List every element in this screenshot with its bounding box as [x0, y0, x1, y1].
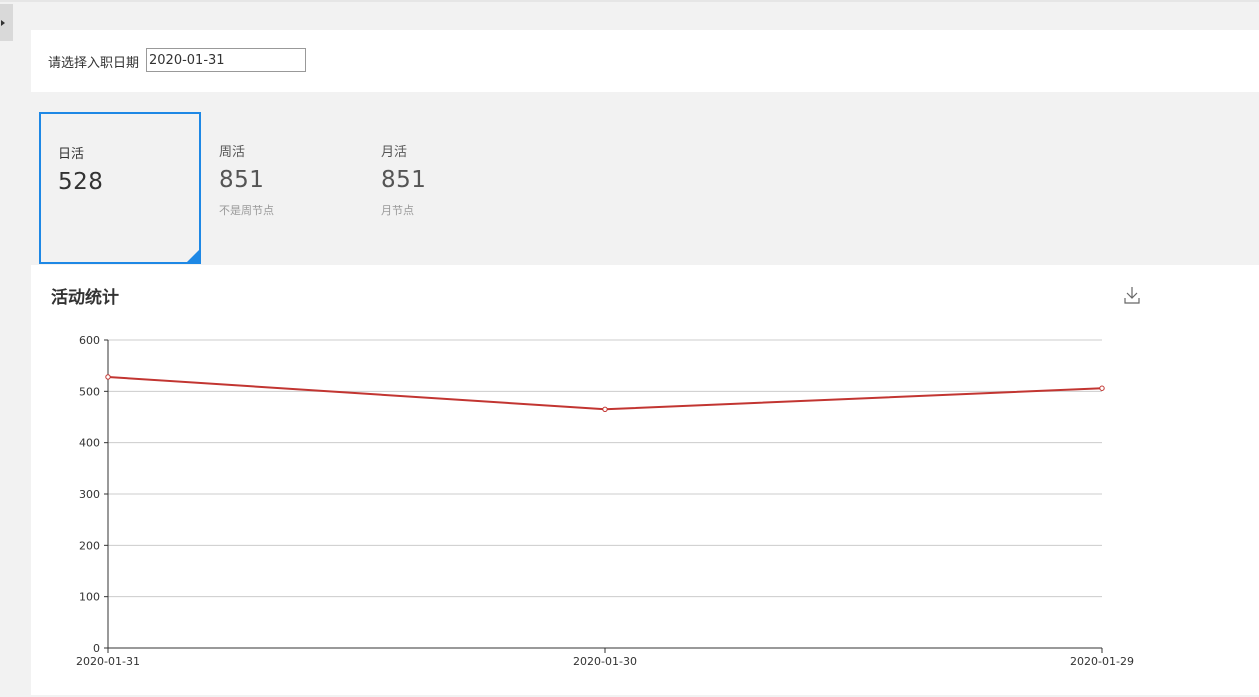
line-chart: 0 100 200 300 400 500 600 2020-01-31 2020-01-30 2… [76, 334, 1134, 668]
stat-value: 851 [381, 167, 427, 193]
data-point [602, 406, 608, 413]
stat-card-weekly[interactable]: 周活 851 不是周节点 [201, 112, 363, 264]
y-tick-label: 300 [79, 488, 100, 501]
stat-title: 月活 [381, 145, 408, 160]
x-tick-label: 2020-01-30 [573, 655, 637, 668]
x-tick-label: 2020-01-29 [1070, 655, 1134, 668]
x-tick-label: 2020-01-31 [76, 655, 140, 668]
stat-subtitle: 月节点 [381, 204, 414, 217]
stat-value: 851 [219, 167, 265, 193]
y-tick-label: 100 [79, 591, 100, 604]
arrow-right-icon [1, 19, 5, 26]
stat-subtitle: 不是周节点 [219, 204, 274, 217]
data-point [105, 374, 111, 380]
filter-bar: 请选择入职日期 [31, 30, 1259, 92]
stat-card-monthly[interactable]: 月活 851 月节点 [363, 112, 525, 264]
date-input[interactable] [146, 48, 306, 72]
stat-title: 日活 [58, 147, 85, 162]
top-border [0, 0, 1259, 2]
stat-card-daily[interactable]: 日活 528 [39, 112, 201, 264]
selected-corner-marker [185, 248, 201, 264]
y-tick-label: 200 [79, 539, 100, 552]
y-tick-label: 0 [93, 642, 100, 655]
y-tick-label: 600 [79, 334, 100, 347]
series-line [107, 375, 1103, 411]
y-tick-label: 500 [79, 385, 100, 398]
y-tick-label: 400 [79, 437, 100, 450]
data-point [1099, 385, 1105, 391]
sidebar-toggle-button[interactable] [0, 4, 13, 41]
date-filter-label: 请选择入职日期 [48, 56, 140, 71]
stat-title: 周活 [219, 145, 246, 160]
stat-value: 528 [58, 169, 104, 195]
chart-panel: 活动统计 0 100 200 300 400 500 600 2020-01-31 2020-0… [31, 265, 1259, 695]
